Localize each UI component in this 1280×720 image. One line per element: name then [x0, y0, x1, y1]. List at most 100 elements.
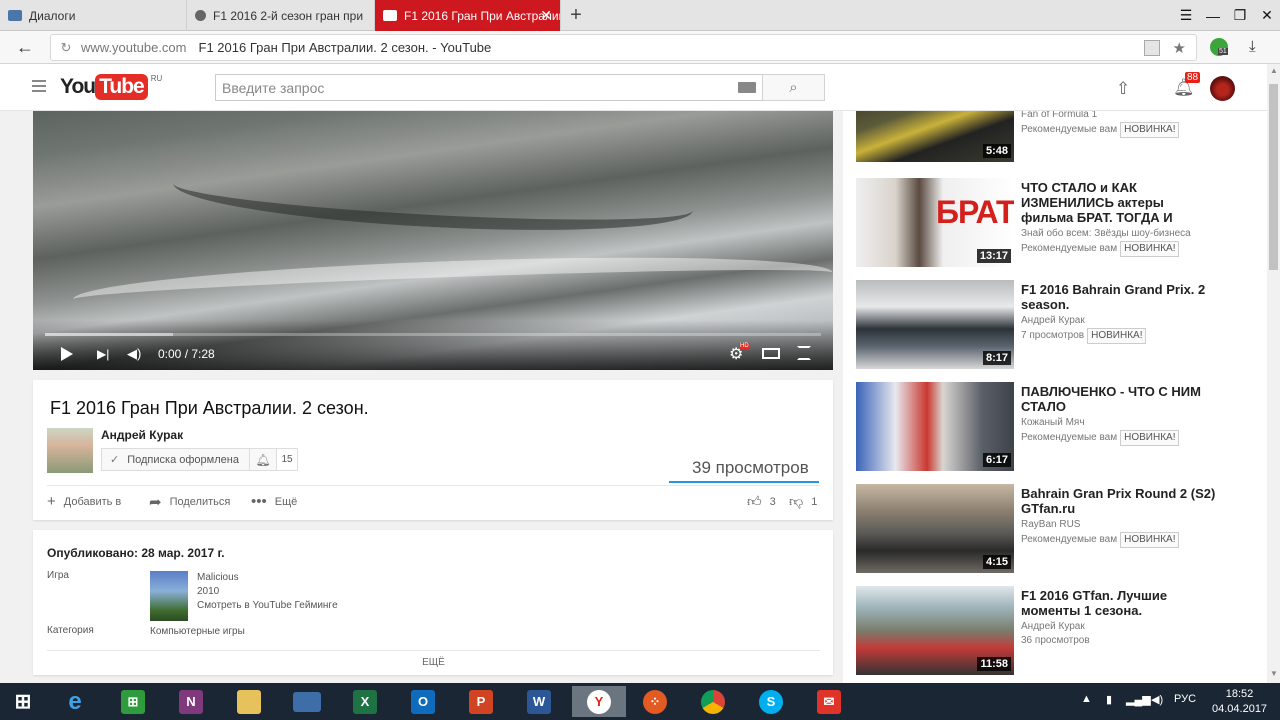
- rec-title[interactable]: F1 2016 GTfan. Лучшие моменты 1 сезона.: [1021, 588, 1216, 618]
- reader-mode-icon[interactable]: [1144, 39, 1160, 56]
- duration-badge: 13:17: [976, 249, 1011, 263]
- rec-meta: 36 просмотров: [1021, 635, 1090, 646]
- tab-f1-australia[interactable]: F1 2016 Гран При Австралии ✕: [375, 0, 561, 31]
- video-thumbnail[interactable]: 11:58: [856, 586, 1014, 675]
- taskbar-word[interactable]: W: [519, 686, 559, 717]
- category-value[interactable]: Компьютерные игры: [150, 626, 245, 637]
- like-button[interactable]: 👍︎ 3: [747, 493, 776, 510]
- show-more-button[interactable]: ЕЩЁ: [47, 650, 820, 668]
- taskbar-outlook[interactable]: O: [403, 686, 443, 717]
- taskbar-store[interactable]: ⊞: [113, 686, 153, 717]
- taskbar-yandex[interactable]: Y: [572, 686, 626, 717]
- subscription-bell-button[interactable]: 🔔︎: [250, 448, 277, 471]
- checkmark-icon: ✓: [110, 454, 120, 466]
- guide-menu-icon[interactable]: [32, 80, 46, 95]
- store-icon: ⊞: [121, 689, 145, 714]
- volume-tray-icon[interactable]: ◀): [1151, 693, 1163, 706]
- taskbar-onenote[interactable]: N: [171, 686, 211, 717]
- tray-overflow-icon[interactable]: ▲: [1081, 693, 1092, 705]
- taskbar-skype[interactable]: S: [751, 686, 791, 717]
- taskbar-media[interactable]: ⁘: [635, 686, 675, 717]
- rec-title[interactable]: ПАВЛЮЧЕНКО - ЧТО С НИМ СТАЛО: [1021, 384, 1216, 414]
- tab-f1-season2[interactable]: F1 2016 2-й сезон гран при: [187, 0, 375, 31]
- battery-icon[interactable]: ▮: [1106, 693, 1112, 706]
- tab-label: F1 2016 Гран При Австралии: [404, 8, 561, 23]
- gaming-link[interactable]: Смотреть в YouTube Геймингe: [197, 599, 338, 613]
- minimize-icon[interactable]: —: [1200, 0, 1226, 31]
- rec-title[interactable]: ЧТО СТАЛО и КАК ИЗМЕНИЛИСЬ актеры фильма…: [1021, 180, 1216, 225]
- start-button[interactable]: ⊞: [3, 686, 43, 717]
- powerpoint-icon: P: [469, 689, 493, 714]
- rec-title[interactable]: F1 2016 Bahrain Grand Prix. 2 season.: [1021, 282, 1216, 312]
- keyboard-icon[interactable]: [738, 82, 756, 93]
- video-thumbnail[interactable]: 5:48: [856, 111, 1014, 162]
- youtube-logo[interactable]: You Tube RU: [60, 74, 162, 100]
- page-scrollbar[interactable]: ▲ ▼: [1267, 64, 1280, 683]
- game-name[interactable]: Malicious: [197, 571, 338, 585]
- new-badge: НОВИНКА!: [1120, 430, 1180, 446]
- url-field[interactable]: ↻ www.youtube.com F1 2016 Гран При Австр…: [50, 34, 1197, 61]
- game-thumbnail[interactable]: [150, 571, 188, 621]
- search-button[interactable]: ⌕: [762, 74, 825, 101]
- video-thumbnail[interactable]: БРАТ 13:17: [856, 178, 1014, 267]
- close-tab-icon[interactable]: ✕: [540, 7, 552, 24]
- gran-turismo-icon: [195, 10, 206, 21]
- system-clock[interactable]: 18:52 04.04.2017: [1212, 687, 1267, 717]
- search-input[interactable]: Введите запрос: [215, 74, 763, 101]
- list-item[interactable]: 11:58 F1 2016 GTfan. Лучшие моменты 1 се…: [856, 586, 1221, 675]
- more-actions-button[interactable]: ••• Ещё: [251, 493, 297, 510]
- play-icon[interactable]: [61, 347, 73, 361]
- youtube-icon: [383, 10, 397, 21]
- upload-icon[interactable]: ⇧: [1116, 79, 1130, 99]
- channel-name[interactable]: Андрей Курак: [101, 428, 183, 442]
- channel-avatar[interactable]: [47, 428, 93, 473]
- video-thumbnail[interactable]: 8:17: [856, 280, 1014, 369]
- menu-icon[interactable]: ☰: [1173, 0, 1199, 31]
- taskbar-excel[interactable]: X: [345, 686, 385, 717]
- subscribe-button[interactable]: ✓ Подписка оформлена: [101, 448, 250, 471]
- downloads-icon[interactable]: ⤓: [1249, 38, 1256, 55]
- progress-bar[interactable]: [45, 333, 821, 336]
- player-controls: ▶| ◀) 0:00 / 7:28 ⚙ HD: [33, 339, 833, 367]
- rec-meta: Рекомендуемые вам НОВИНКА!: [1021, 122, 1180, 138]
- close-window-icon[interactable]: ✕: [1254, 0, 1280, 31]
- taskbar-ie[interactable]: e: [55, 686, 95, 717]
- reload-icon[interactable]: ↻: [51, 40, 81, 56]
- next-icon[interactable]: ▶|: [97, 347, 109, 361]
- video-thumbnail[interactable]: 4:15: [856, 484, 1014, 573]
- tab-dialogs[interactable]: Диалоги: [0, 0, 187, 31]
- rec-meta: 7 просмотров НОВИНКА!: [1021, 328, 1147, 344]
- scroll-down-icon[interactable]: ▼: [1270, 669, 1278, 678]
- video-title: F1 2016 Гран При Австралии. 2 сезон.: [50, 398, 369, 418]
- taskbar-lenovo[interactable]: [287, 686, 327, 717]
- bookmark-star-icon[interactable]: ★: [1173, 39, 1186, 57]
- scroll-up-icon[interactable]: ▲: [1270, 66, 1278, 75]
- taskbar-explorer[interactable]: [229, 686, 269, 717]
- add-to-button[interactable]: + Добавить в: [47, 493, 121, 510]
- list-item[interactable]: 6:17 ПАВЛЮЧЕНКО - ЧТО С НИМ СТАЛО Кожаны…: [856, 382, 1221, 471]
- language-indicator[interactable]: РУС: [1174, 693, 1196, 705]
- volume-icon[interactable]: ◀): [127, 346, 141, 362]
- fullscreen-icon[interactable]: [797, 346, 811, 360]
- list-item[interactable]: 8:17 F1 2016 Bahrain Grand Prix. 2 seaso…: [856, 280, 1221, 369]
- more-label: Ещё: [274, 495, 298, 508]
- taskbar-powerpoint[interactable]: P: [461, 686, 501, 717]
- taskbar-chrome[interactable]: [693, 686, 733, 717]
- list-item[interactable]: 5:48 Fan of Formula 1 Рекомендуемые вам Н…: [856, 111, 1221, 162]
- scrollbar-thumb[interactable]: [1269, 84, 1278, 270]
- back-arrow-icon[interactable]: ←: [0, 37, 50, 58]
- video-player[interactable]: ▶| ◀) 0:00 / 7:28 ⚙ HD: [33, 111, 833, 370]
- dislike-button[interactable]: 👎︎ 1: [789, 493, 817, 510]
- share-button[interactable]: ➦ Поделиться: [149, 493, 230, 511]
- list-item[interactable]: 4:15 Bahrain Gran Prix Round 2 (S2) GTfa…: [856, 484, 1221, 573]
- theater-mode-icon[interactable]: [762, 348, 780, 359]
- new-badge: НОВИНКА!: [1120, 241, 1180, 257]
- rec-title[interactable]: Bahrain Gran Prix Round 2 (S2) GTfan.ru: [1021, 486, 1216, 516]
- account-avatar[interactable]: [1210, 76, 1235, 101]
- new-tab-button[interactable]: +: [561, 0, 591, 30]
- signal-icon[interactable]: ▂▄▆: [1126, 693, 1151, 706]
- list-item[interactable]: БРАТ 13:17 ЧТО СТАЛО и КАК ИЗМЕНИЛИСЬ ак…: [856, 178, 1221, 267]
- restore-icon[interactable]: ❐: [1227, 0, 1253, 31]
- video-thumbnail[interactable]: 6:17: [856, 382, 1014, 471]
- taskbar-mail[interactable]: ✉: [809, 686, 849, 717]
